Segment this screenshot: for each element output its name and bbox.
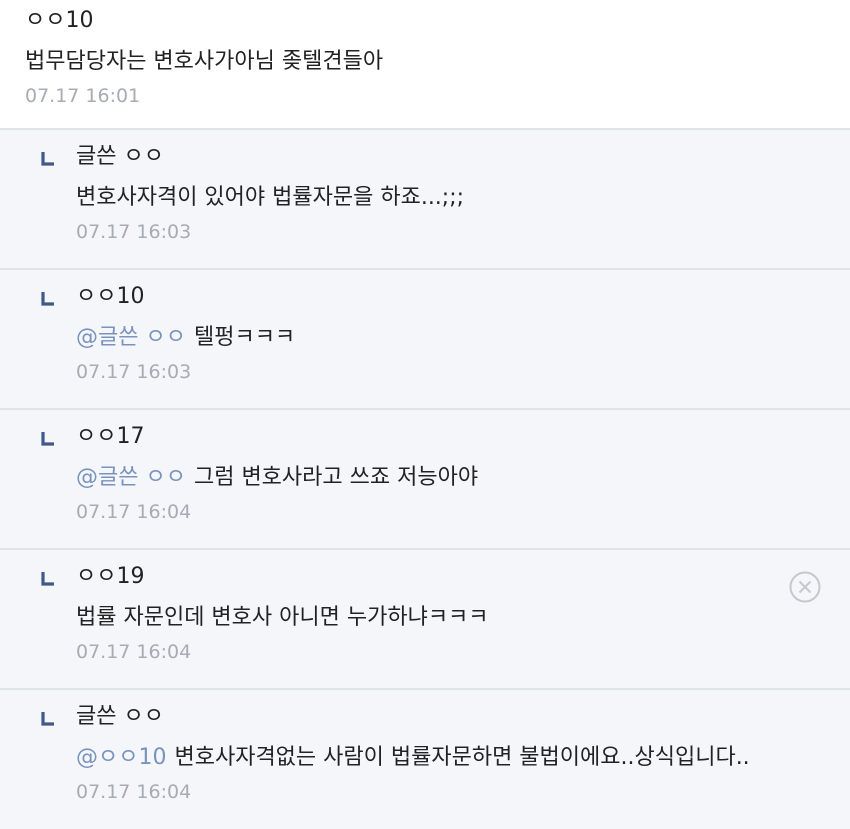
comment-author: 글쓴 ㅇㅇ	[76, 144, 164, 169]
comment-text: @글쓴 ㅇㅇ 그럼 변호사라고 쓰죠 저능아야	[76, 463, 850, 493]
comment-text-content: 변호사자격없는 사람이 법률자문하면 불법이에요..상식입니다..	[174, 745, 750, 770]
comment-text: @ㅇㅇ10 변호사자격없는 사람이 법률자문하면 불법이에요..상식입니다..	[76, 743, 850, 773]
mention-link[interactable]: @글쓴 ㅇㅇ	[76, 465, 186, 490]
reply-item: 글쓴 ㅇㅇ 변호사자격이 있어야 법률자문을 하죠...;;; 07.17 16…	[0, 130, 850, 270]
comment-author: ㅇㅇ10	[76, 284, 145, 309]
comment-text: 법률 자문인데 변호사 아니면 누가하냐ㅋㅋㅋ	[76, 603, 850, 633]
comment-text: 변호사자격이 있어야 법률자문을 하죠...;;;	[76, 183, 850, 213]
delete-circle-x-icon[interactable]	[788, 570, 822, 604]
comment-list: ㅇㅇ10 법무담당자는 변호사가아님 좆텔견들아 07.17 16:01 글쓴 …	[0, 0, 850, 829]
comment-time: 07.17 16:04	[76, 501, 192, 523]
reply-arrow-icon	[41, 292, 54, 306]
comment-item: ㅇㅇ10 법무담당자는 변호사가아님 좆텔견들아 07.17 16:01	[0, 0, 850, 130]
reply-item: ㅇㅇ17 @글쓴 ㅇㅇ 그럼 변호사라고 쓰죠 저능아야 07.17 16:04	[0, 410, 850, 550]
mention-link[interactable]: @글쓴 ㅇㅇ	[76, 325, 186, 350]
comment-time: 07.17 16:03	[76, 221, 192, 243]
comment-text: 법무담당자는 변호사가아님 좆텔견들아	[25, 49, 384, 74]
reply-arrow-icon	[41, 572, 54, 586]
mention-link[interactable]: @ㅇㅇ10	[76, 745, 166, 770]
comment-text-content: 그럼 변호사라고 쓰죠 저능아야	[193, 465, 479, 490]
comment-author: ㅇㅇ19	[76, 564, 145, 589]
reply-item: 글쓴 ㅇㅇ @ㅇㅇ10 변호사자격없는 사람이 법률자문하면 불법이에요..상식입…	[0, 690, 850, 829]
comment-text-content: 법률 자문인데 변호사 아니면 누가하냐ㅋㅋㅋ	[76, 605, 489, 630]
reply-item: ㅇㅇ10 @글쓴 ㅇㅇ 텔펑ㅋㅋㅋ 07.17 16:03	[0, 270, 850, 410]
comment-author: ㅇㅇ10	[25, 8, 94, 33]
reply-arrow-icon	[41, 432, 54, 446]
comment-text-content: 텔펑ㅋㅋㅋ	[193, 325, 296, 350]
comment-text: @글쓴 ㅇㅇ 텔펑ㅋㅋㅋ	[76, 323, 850, 353]
comment-time: 07.17 16:04	[76, 641, 192, 663]
reply-arrow-icon	[41, 152, 54, 166]
reply-item: ㅇㅇ19 법률 자문인데 변호사 아니면 누가하냐ㅋㅋㅋ 07.17 16:04	[0, 550, 850, 690]
comment-time: 07.17 16:03	[76, 361, 192, 383]
comment-time: 07.17 16:04	[76, 781, 192, 803]
comment-author: ㅇㅇ17	[76, 424, 145, 449]
reply-arrow-icon	[41, 712, 54, 726]
comment-time: 07.17 16:01	[25, 85, 141, 107]
comment-author: 글쓴 ㅇㅇ	[76, 704, 164, 729]
comment-text-content: 변호사자격이 있어야 법률자문을 하죠...;;;	[76, 185, 465, 210]
